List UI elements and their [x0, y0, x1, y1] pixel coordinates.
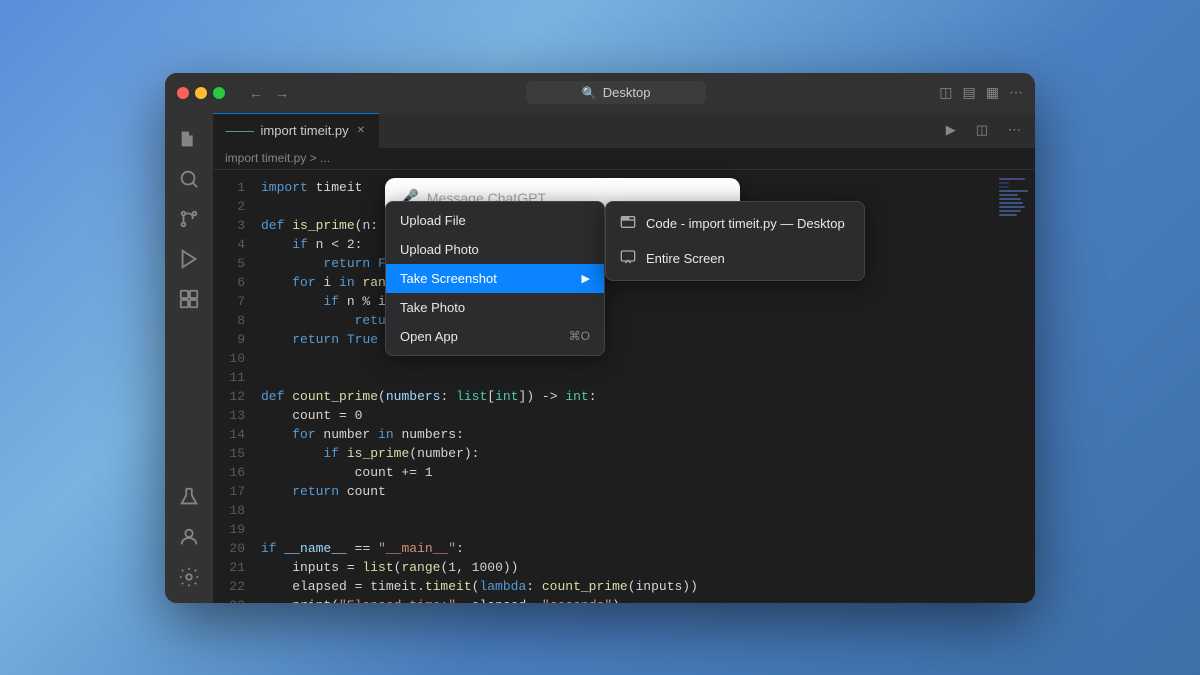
title-bar: ← → 🔍 Desktop ◫ ▤ ▦ ⋯: [165, 73, 1035, 113]
search-bar[interactable]: 🔍 Desktop: [526, 81, 706, 104]
panel-icon[interactable]: ▤: [963, 84, 976, 101]
maximize-button[interactable]: [213, 87, 225, 99]
more-editor-options[interactable]: ⋯: [1002, 119, 1027, 141]
code-lines: import timeit def is_prime(n: int) -> bo…: [257, 170, 995, 603]
activity-flask[interactable]: [171, 479, 207, 515]
title-search: 🔍 Desktop: [301, 81, 931, 104]
nav-buttons: ← →: [245, 83, 293, 103]
activity-files[interactable]: [171, 121, 207, 157]
more-options-icon[interactable]: ⋯: [1009, 84, 1023, 101]
vscode-window: ← → 🔍 Desktop ◫ ▤ ▦ ⋯: [165, 73, 1035, 603]
python-file-icon: ⸻: [225, 122, 255, 139]
tab-close-button[interactable]: ✕: [355, 124, 367, 137]
minimap: [995, 170, 1035, 603]
activity-search[interactable]: [171, 161, 207, 197]
activity-git[interactable]: [171, 201, 207, 237]
breadcrumb-text: import timeit.py > ...: [225, 151, 330, 165]
tab-label: import timeit.py: [261, 123, 349, 138]
search-text: Desktop: [603, 85, 651, 100]
breadcrumb: import timeit.py > ...: [213, 148, 1035, 170]
forward-button[interactable]: →: [271, 83, 293, 103]
activity-debug[interactable]: [171, 241, 207, 277]
activity-extensions[interactable]: [171, 281, 207, 317]
title-actions: ◫ ▤ ▦ ⋯: [939, 84, 1023, 101]
split-editor-icon[interactable]: ◫: [939, 84, 952, 101]
main-area: ⸻ import timeit.py ✕ ▶ ◫ ⋯ import timeit…: [165, 113, 1035, 603]
tabs-bar: ⸻ import timeit.py ✕ ▶ ◫ ⋯: [213, 113, 1035, 148]
activity-bar: [165, 113, 213, 603]
minimap-content: [995, 170, 1035, 224]
close-button[interactable]: [177, 87, 189, 99]
split-view-button[interactable]: ◫: [970, 119, 994, 141]
sidebar-icon[interactable]: ▦: [986, 84, 999, 101]
back-button[interactable]: ←: [245, 83, 267, 103]
activity-account[interactable]: [171, 519, 207, 555]
editor-area: ⸻ import timeit.py ✕ ▶ ◫ ⋯ import timeit…: [213, 113, 1035, 603]
activity-settings[interactable]: [171, 559, 207, 595]
line-numbers: 12345 678910 1112131415 1617181920 21222…: [213, 170, 257, 603]
code-editor[interactable]: 12345 678910 1112131415 1617181920 21222…: [213, 170, 1035, 603]
run-button[interactable]: ▶: [940, 119, 962, 141]
editor-tab[interactable]: ⸻ import timeit.py ✕: [213, 113, 379, 148]
search-icon: 🔍: [582, 86, 597, 100]
minimize-button[interactable]: [195, 87, 207, 99]
traffic-lights: [177, 87, 225, 99]
